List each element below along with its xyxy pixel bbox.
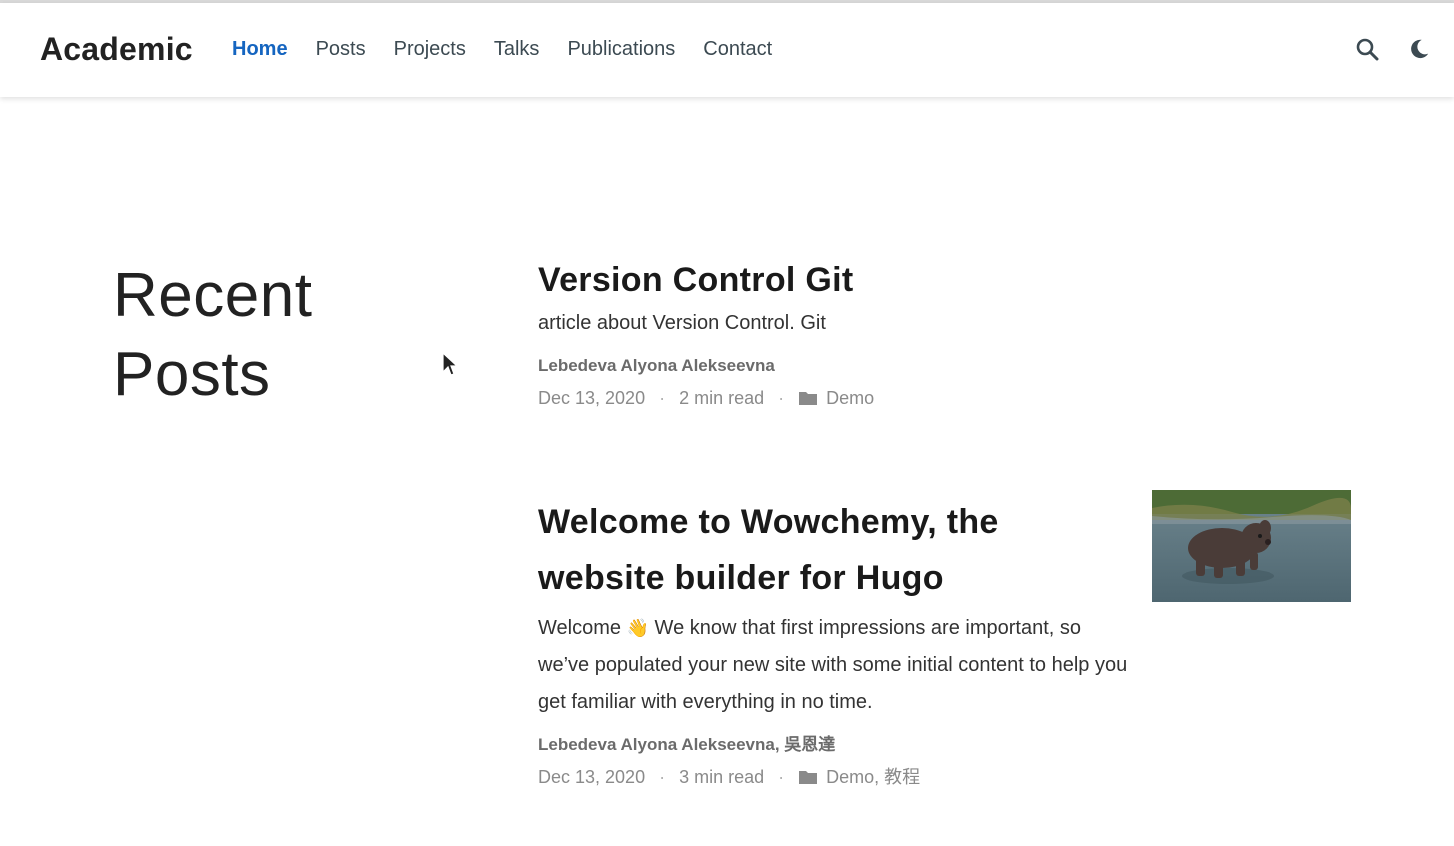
wave-emoji-icon: 👋 — [626, 618, 649, 638]
nav-item-talks[interactable]: Talks — [494, 37, 540, 61]
post-summary: article about Version Control. Git — [538, 312, 826, 334]
post-category-link[interactable]: Demo, 教程 — [826, 765, 920, 789]
nav-item-publications[interactable]: Publications — [567, 37, 675, 61]
section-title: Recent Posts — [113, 256, 443, 414]
post-read-time: 3 min read — [679, 767, 765, 787]
post-item: Version Control Git article about Versio… — [538, 258, 1138, 410]
post-read-time: 2 min read — [679, 388, 765, 408]
section-title-line2: Posts — [113, 340, 271, 409]
nav-item-projects[interactable]: Projects — [394, 37, 466, 61]
site-brand[interactable]: Academic — [40, 31, 193, 68]
post-meta: Dec 13, 2020 · 3 min read · Demo, 教程 — [538, 765, 1128, 789]
nav-item-posts[interactable]: Posts — [316, 37, 366, 61]
post-authors[interactable]: Lebedeva Alyona Alekseevna, 吳恩達 — [538, 733, 1128, 757]
post-title-link[interactable]: Version Control Git — [538, 258, 1138, 302]
nav-icons — [1354, 35, 1432, 63]
section-title-line1: Recent — [113, 261, 313, 330]
nav-item-home[interactable]: Home — [232, 37, 288, 61]
summary-prefix: Welcome — [538, 617, 621, 639]
moon-icon[interactable] — [1406, 35, 1432, 63]
meta-separator: · — [778, 388, 785, 408]
post-category-link[interactable]: Demo — [826, 386, 874, 410]
folder-icon — [798, 390, 818, 406]
post-date: Dec 13, 2020 — [538, 767, 646, 787]
meta-separator: · — [659, 767, 666, 787]
post-summary: Welcome 👋 We know that first impressions… — [538, 610, 1128, 721]
post-item: Welcome to Wowchemy, the website builder… — [538, 494, 1128, 789]
meta-separator: · — [778, 767, 785, 787]
nav-item-contact[interactable]: Contact — [703, 37, 772, 61]
post-title-link[interactable]: Welcome to Wowchemy, the website builder… — [538, 494, 1128, 606]
post-thumbnail-dog-image[interactable] — [1152, 490, 1351, 602]
search-icon[interactable] — [1354, 35, 1380, 63]
folder-icon — [798, 769, 818, 785]
meta-separator: · — [659, 388, 666, 408]
post-date: Dec 13, 2020 — [538, 388, 646, 408]
post-authors[interactable]: Lebedeva Alyona Alekseevna — [538, 354, 1138, 378]
mouse-cursor-icon — [442, 351, 459, 383]
navbar: Academic Home Posts Projects Talks Publi… — [0, 3, 1454, 97]
main-nav: Home Posts Projects Talks Publications C… — [232, 37, 800, 61]
post-meta: Dec 13, 2020 · 2 min read · Demo — [538, 386, 1138, 410]
